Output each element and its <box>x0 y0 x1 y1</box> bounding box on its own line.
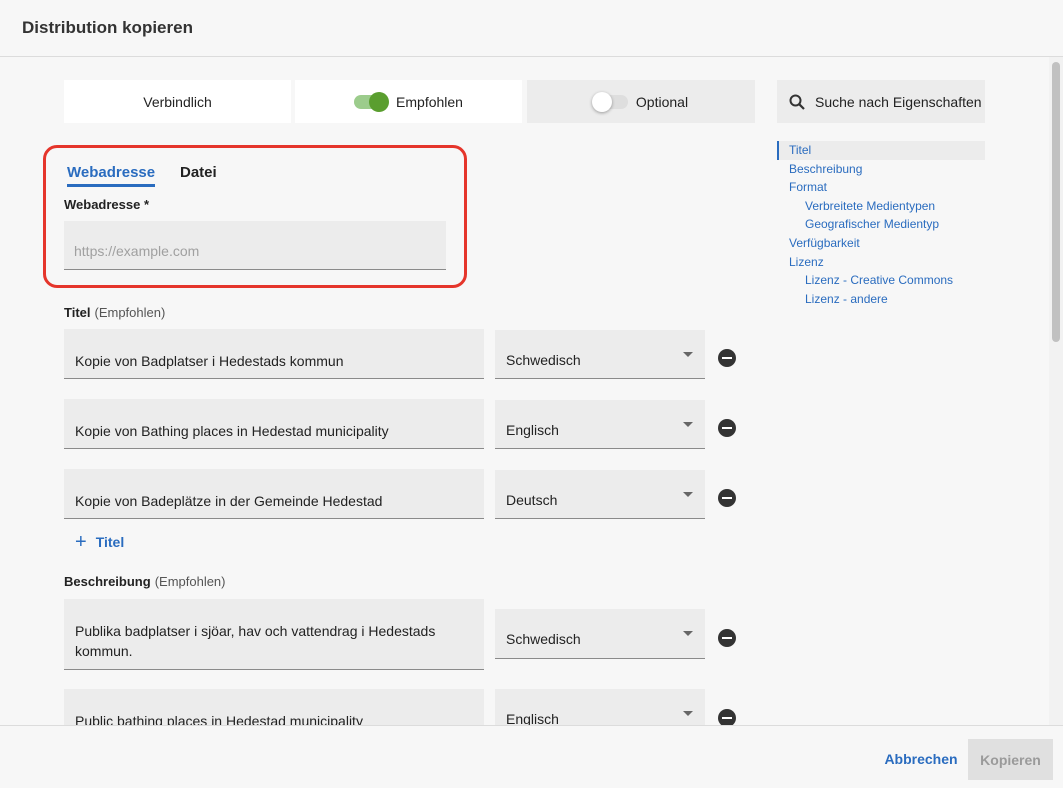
toggle-knob <box>591 91 612 112</box>
copy-button[interactable]: Kopieren <box>968 739 1053 780</box>
chevron-down-icon <box>683 422 693 427</box>
remove-button[interactable] <box>718 709 736 725</box>
level-recommended-label: Empfohlen <box>396 93 463 110</box>
add-title-label: Titel <box>95 534 125 550</box>
plus-icon: + <box>75 531 87 553</box>
webaddress-input[interactable] <box>64 221 446 270</box>
language-value: Englisch <box>506 711 559 725</box>
chevron-down-icon <box>683 711 693 716</box>
property-toc: Titel Beschreibung Format Verbreitete Me… <box>777 141 985 308</box>
search-label: Suche nach Eigenschaften <box>815 93 982 110</box>
optional-toggle[interactable] <box>591 91 628 112</box>
level-optional-button[interactable]: Optional <box>527 80 755 123</box>
recommended-toggle[interactable] <box>354 91 390 112</box>
title-language-select[interactable]: Englisch <box>495 400 705 449</box>
toc-item-verfuegbarkeit[interactable]: Verfügbarkeit <box>777 234 985 253</box>
description-input[interactable]: Publika badplatser i sjöar, hav och vatt… <box>64 599 484 670</box>
language-value: Schwedisch <box>506 352 581 368</box>
title-input[interactable]: Kopie von Bathing places in Hedestad mun… <box>64 399 484 449</box>
language-value: Schwedisch <box>506 631 581 647</box>
scrollbar[interactable] <box>1049 57 1063 725</box>
level-optional-label: Optional <box>635 93 689 110</box>
tab-webadresse[interactable]: Webadresse <box>67 164 156 187</box>
toc-item-lizenz-cc[interactable]: Lizenz - Creative Commons <box>777 271 985 290</box>
toc-item-lizenz[interactable]: Lizenz <box>777 253 985 272</box>
search-icon <box>789 94 805 110</box>
toc-item-format[interactable]: Format <box>777 178 985 197</box>
description-input[interactable]: Public bathing places in Hedestad munici… <box>64 689 484 725</box>
tab-datei[interactable]: Datei <box>180 164 217 181</box>
language-value: Englisch <box>506 422 559 438</box>
scrollbar-thumb[interactable] <box>1052 62 1060 342</box>
toc-item-geografischer-medientyp[interactable]: Geografischer Medientyp <box>777 215 985 234</box>
remove-button[interactable] <box>718 349 736 367</box>
add-title-button[interactable]: + Titel <box>75 531 125 553</box>
title-language-select[interactable]: Schwedisch <box>495 330 705 379</box>
cancel-button[interactable]: Abbrechen <box>877 739 965 779</box>
dialog-body[interactable]: Verbindlich Empfohlen Optional Suche nac… <box>0 57 1063 725</box>
toc-item-beschreibung[interactable]: Beschreibung <box>777 160 985 179</box>
chevron-down-icon <box>683 352 693 357</box>
description-section-hint: (Empfohlen) <box>154 574 226 589</box>
description-language-select[interactable]: Englisch <box>495 689 705 725</box>
title-language-select[interactable]: Deutsch <box>495 470 705 519</box>
remove-button[interactable] <box>718 419 736 437</box>
dialog-header: Distribution kopieren <box>0 0 1063 57</box>
level-mandatory-label: Verbindlich <box>143 93 212 110</box>
remove-button[interactable] <box>718 629 736 647</box>
title-input[interactable]: Kopie von Badplatser i Hedestads kommun <box>64 329 484 379</box>
language-value: Deutsch <box>506 492 558 508</box>
chevron-down-icon <box>683 492 693 497</box>
description-section-name: Beschreibung <box>64 574 151 589</box>
remove-button[interactable] <box>718 489 736 507</box>
dialog-footer: Abbrechen Kopieren <box>0 725 1063 788</box>
level-mandatory-button[interactable]: Verbindlich <box>64 80 291 123</box>
description-language-select[interactable]: Schwedisch <box>495 609 705 659</box>
level-recommended-button[interactable]: Empfohlen <box>295 80 522 123</box>
title-input[interactable]: Kopie von Badeplätze in der Gemeinde Hed… <box>64 469 484 519</box>
title-section-name: Titel <box>64 305 91 320</box>
toggle-knob <box>369 91 390 112</box>
toc-item-verbreitete-medientypen[interactable]: Verbreitete Medientypen <box>777 197 985 216</box>
chevron-down-icon <box>683 631 693 636</box>
dialog-title: Distribution kopieren <box>22 18 193 37</box>
webaddress-label: Webadresse * <box>64 197 150 212</box>
property-search-button[interactable]: Suche nach Eigenschaften <box>777 80 985 123</box>
title-section-label: Titel (Empfohlen) <box>64 305 165 320</box>
title-section-hint: (Empfohlen) <box>94 305 166 320</box>
toc-item-titel[interactable]: Titel <box>777 141 985 160</box>
description-section-label: Beschreibung (Empfohlen) <box>64 574 226 589</box>
level-filter: Verbindlich Empfohlen Optional <box>64 80 755 123</box>
toc-item-lizenz-andere[interactable]: Lizenz - andere <box>777 290 985 309</box>
